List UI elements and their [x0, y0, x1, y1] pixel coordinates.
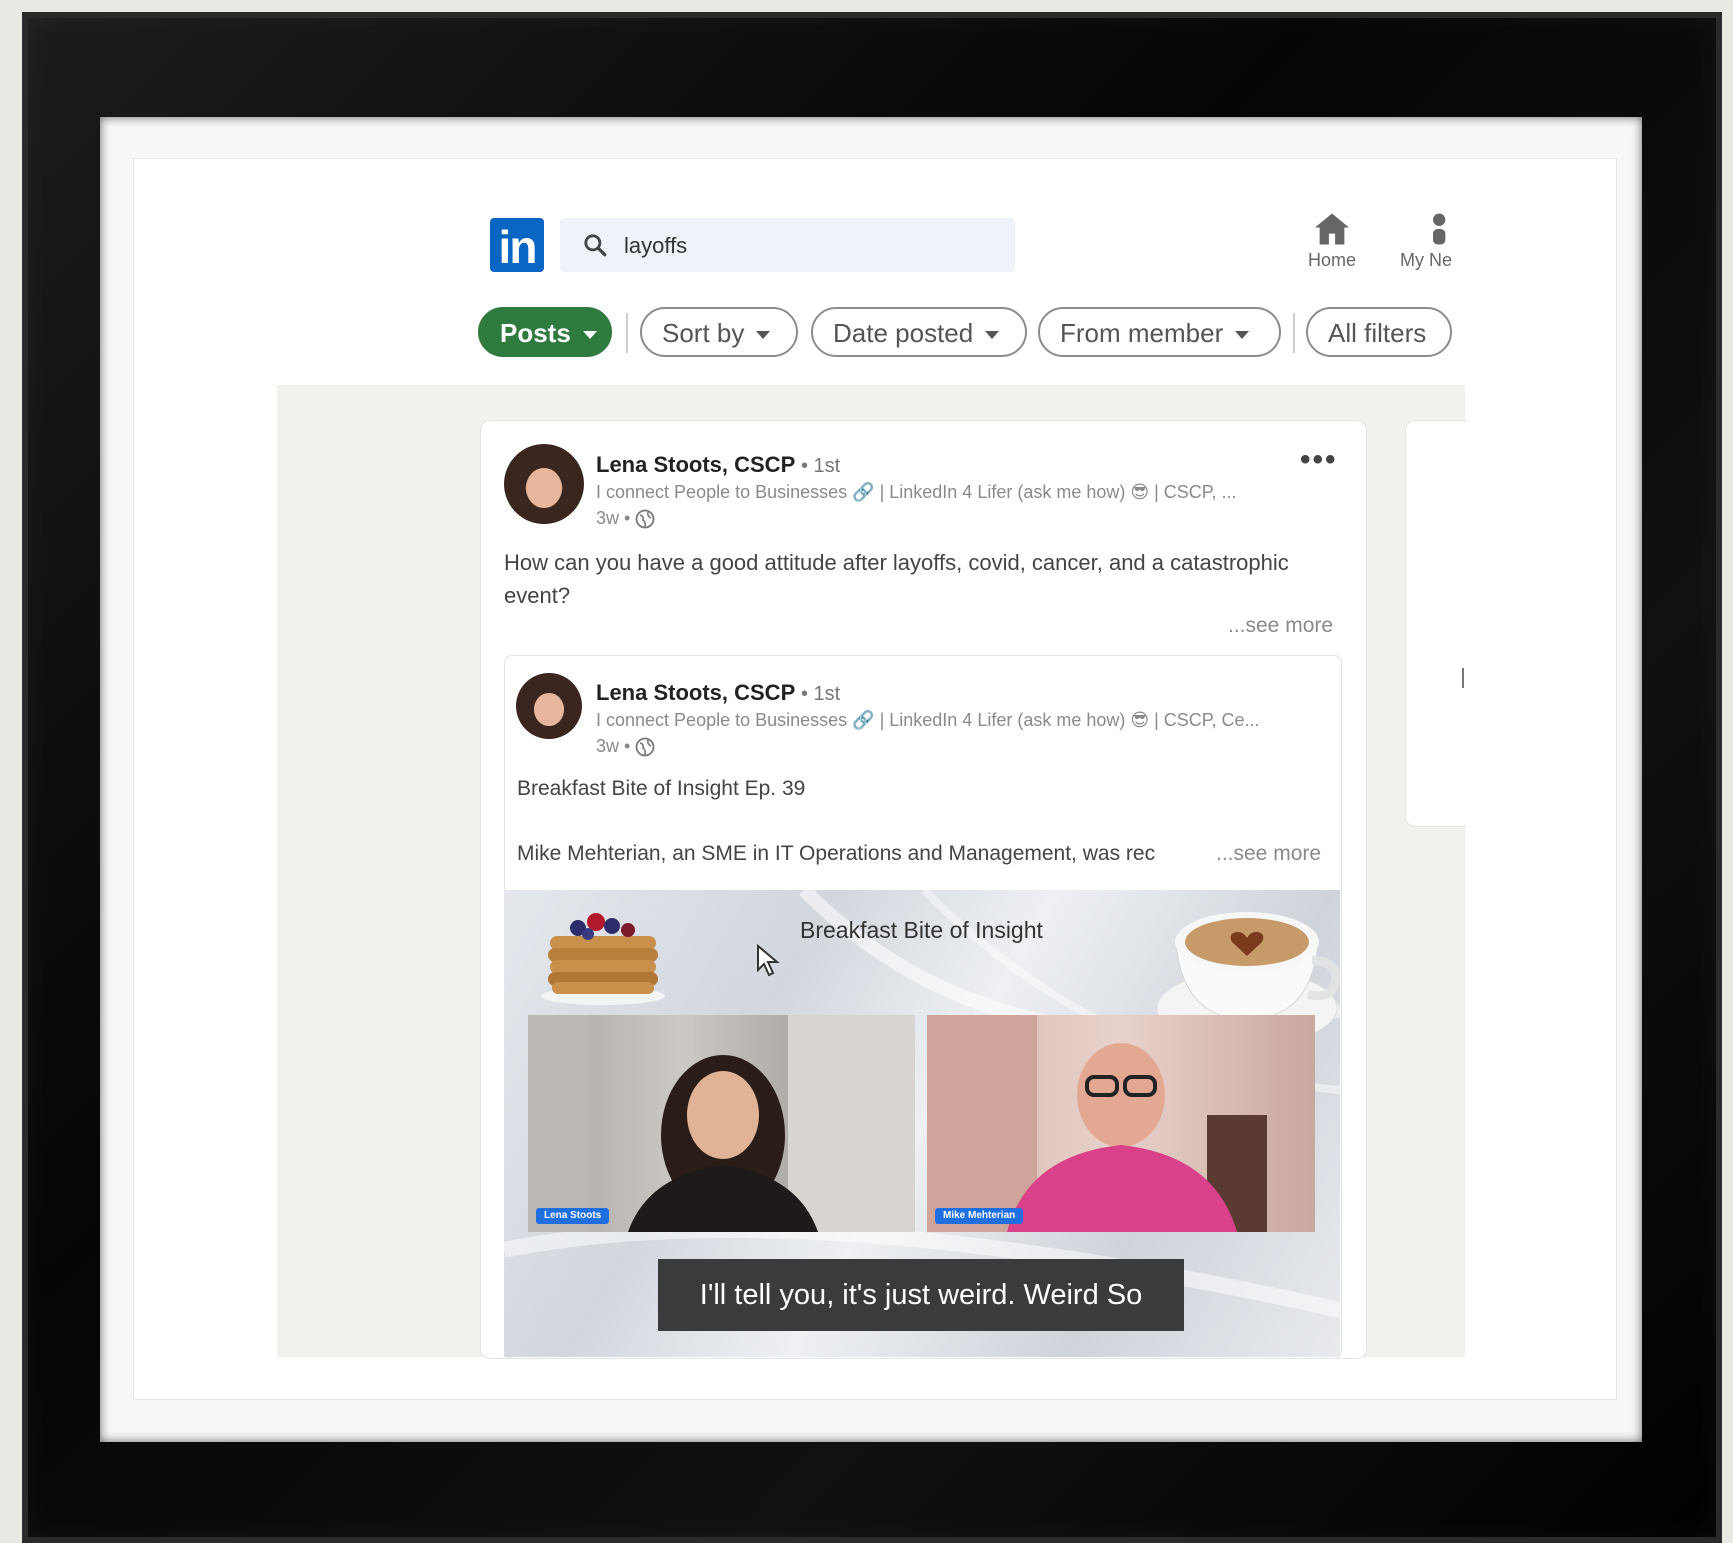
post-time: 3w • [596, 508, 631, 528]
nav-my-network[interactable]: My Ne [1400, 212, 1466, 271]
caret-down-icon [1235, 331, 1250, 340]
globe-icon [635, 509, 655, 529]
author-headline: I connect People to Businesses 🔗 | Linke… [596, 482, 1237, 502]
all-filters-label: All filters [1328, 318, 1427, 348]
pancakes-image [541, 913, 665, 1005]
person-icon [1433, 213, 1446, 245]
more-options-icon[interactable]: ••• [1300, 443, 1338, 477]
sort-by-button[interactable]: Sort by [640, 307, 798, 357]
video-title: Breakfast Bite of Insight [800, 917, 1043, 943]
date-posted-button[interactable]: Date posted [811, 307, 1027, 357]
participant-video-left [528, 1015, 915, 1232]
shared-author-avatar[interactable] [516, 673, 582, 739]
post-meta: 3w • [596, 508, 655, 529]
home-icon [1315, 213, 1349, 245]
shared-author-headline: I connect People to Businesses 🔗 | Linke… [596, 710, 1260, 730]
participant-left-figure [528, 1015, 915, 1232]
participant-left-nametag: Lena Stoots [536, 1208, 610, 1224]
right-rail-marker [1462, 668, 1464, 688]
nav-my-network-label: My Ne [1400, 250, 1453, 270]
posts-filter-button[interactable]: Posts [478, 307, 612, 357]
shared-see-more-link[interactable]: ...see more [1216, 842, 1321, 866]
date-posted-label: Date posted [833, 318, 974, 348]
right-rail-card [1405, 420, 1466, 827]
from-member-label: From member [1060, 318, 1224, 348]
nav-home[interactable]: Home [1287, 212, 1377, 271]
shared-connection-degree: • 1st [800, 683, 841, 705]
author-name[interactable]: Lena Stoots, CSCP • 1st [596, 452, 840, 478]
nav-home-label: Home [1307, 250, 1356, 270]
sort-by-label: Sort by [662, 318, 745, 348]
post-text: How can you have a good attitude after l… [504, 550, 1289, 608]
participant-right-nametag: Mike Mehterian [935, 1208, 1024, 1224]
shared-author-name-text: Lena Stoots, CSCP [596, 680, 795, 705]
author-avatar[interactable] [504, 444, 584, 524]
connection-degree: • 1st [800, 455, 841, 477]
globe-icon [635, 737, 655, 757]
filter-divider [626, 313, 628, 353]
linkedin-logo[interactable]: in [490, 218, 544, 273]
shared-post-text: Mike Mehterian, an SME in IT Operations … [517, 842, 1156, 865]
search-input[interactable] [622, 228, 986, 264]
shared-post-time: 3w • [596, 736, 631, 756]
shared-post-title: Breakfast Bite of Insight Ep. 39 [517, 777, 806, 800]
posts-filter-label: Posts [500, 318, 571, 348]
caret-down-icon [582, 331, 597, 340]
search-bar[interactable] [560, 218, 1015, 272]
see-more-link[interactable]: ...see more [1228, 614, 1333, 638]
all-filters-button[interactable]: All filters [1306, 307, 1452, 357]
shared-post-meta: 3w • [596, 736, 655, 757]
search-icon [584, 234, 607, 257]
participant-right-figure [927, 1015, 1267, 1232]
from-member-button[interactable]: From member [1038, 307, 1281, 357]
author-name-text: Lena Stoots, CSCP [596, 452, 795, 477]
participant-video-right [927, 1015, 1315, 1232]
filter-divider [1293, 313, 1295, 353]
shared-author-name[interactable]: Lena Stoots, CSCP • 1st [596, 680, 840, 706]
video-caption: I'll tell you, it's just weird. Weird So [658, 1259, 1184, 1331]
caret-down-icon [985, 331, 1000, 340]
mouse-cursor-icon [757, 944, 780, 977]
caret-down-icon [756, 331, 771, 340]
